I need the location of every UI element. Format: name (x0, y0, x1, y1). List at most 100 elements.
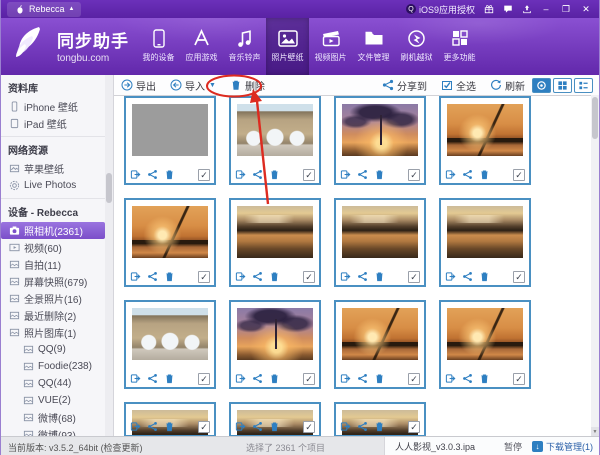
photo-share-button[interactable] (357, 169, 368, 180)
photo-card[interactable]: ✓ (439, 198, 531, 287)
photo-export-button[interactable] (445, 169, 456, 180)
view-moments-button[interactable] (532, 78, 551, 93)
photo-card[interactable]: ✓ (229, 402, 321, 437)
photo-checkbox[interactable]: ✓ (303, 421, 315, 433)
photo-checkbox[interactable]: ✓ (408, 421, 420, 433)
pause-button[interactable]: 暂停 (504, 440, 522, 453)
photo-share-button[interactable] (357, 421, 368, 432)
minimize-button[interactable]: – (540, 4, 552, 14)
sidebar-item[interactable]: 微博(68) (1, 409, 113, 426)
photo-export-button[interactable] (235, 421, 246, 432)
photo-share-button[interactable] (462, 373, 473, 384)
photo-export-button[interactable] (445, 373, 456, 384)
photo-delete-button[interactable] (164, 421, 175, 432)
download-manager-button[interactable]: ↓ 下载管理(1) (532, 440, 593, 453)
photo-card[interactable]: ✓ (334, 198, 426, 287)
photo-card[interactable]: ✓ (229, 198, 321, 287)
photo-export-button[interactable] (130, 373, 141, 384)
tab-4[interactable]: 照片壁纸 (266, 18, 309, 75)
photo-delete-button[interactable] (269, 271, 280, 282)
photo-delete-button[interactable] (374, 271, 385, 282)
sidebar-scrollbar-thumb[interactable] (106, 173, 112, 203)
photo-checkbox[interactable]: ✓ (198, 169, 210, 181)
import-button[interactable]: 导入 ▼ (163, 78, 223, 93)
photo-share-button[interactable] (252, 421, 263, 432)
photo-checkbox[interactable]: ✓ (513, 271, 525, 283)
ios9-auth-button[interactable]: Q iOS9应用授权 (406, 3, 475, 16)
sidebar-item[interactable]: iPad 壁纸 (1, 115, 113, 132)
photo-export-button[interactable] (130, 271, 141, 282)
photo-checkbox[interactable]: ✓ (408, 373, 420, 385)
photo-delete-button[interactable] (164, 271, 175, 282)
photo-share-button[interactable] (357, 271, 368, 282)
main-scrollbar[interactable]: ▼ (591, 95, 599, 437)
photo-card[interactable]: ✓ (229, 96, 321, 185)
photo-delete-button[interactable] (374, 373, 385, 384)
photo-export-button[interactable] (130, 169, 141, 180)
photo-share-button[interactable] (462, 169, 473, 180)
feedback-icon[interactable] (502, 4, 513, 15)
photo-checkbox[interactable]: ✓ (513, 373, 525, 385)
sidebar-item[interactable]: Foodie(238) (1, 358, 113, 375)
photo-card[interactable]: ✓ (124, 402, 216, 437)
tab-5[interactable]: 视频图片 (309, 18, 352, 75)
photo-share-button[interactable] (252, 271, 263, 282)
photo-card[interactable]: ✓ (334, 96, 426, 185)
photo-delete-button[interactable] (479, 169, 490, 180)
select-all-button[interactable]: 全选 (434, 78, 483, 93)
view-grid-button[interactable] (553, 78, 572, 93)
photo-delete-button[interactable] (374, 169, 385, 180)
photo-delete-button[interactable] (269, 169, 280, 180)
photo-card[interactable]: ✓ (334, 300, 426, 389)
tab-2[interactable]: 应用游戏 (180, 18, 223, 75)
photo-card[interactable]: ✓ (439, 300, 531, 389)
photo-checkbox[interactable]: ✓ (198, 421, 210, 433)
tab-6[interactable]: 文件管理 (352, 18, 395, 75)
tab-3[interactable]: 音乐铃声 (223, 18, 266, 75)
delete-button[interactable]: 删除 (223, 78, 272, 93)
photo-card[interactable]: ✓ (229, 300, 321, 389)
photo-checkbox[interactable]: ✓ (408, 271, 420, 283)
photo-checkbox[interactable]: ✓ (198, 373, 210, 385)
photo-delete-button[interactable] (479, 373, 490, 384)
photo-share-button[interactable] (252, 169, 263, 180)
photo-card[interactable]: ✓ (124, 96, 216, 185)
photo-delete-button[interactable] (374, 421, 385, 432)
photo-checkbox[interactable]: ✓ (198, 271, 210, 283)
sidebar-item[interactable]: 屏幕快照(679) (1, 273, 113, 290)
photo-export-button[interactable] (235, 169, 246, 180)
refresh-button[interactable]: 刷新 (483, 78, 532, 93)
sidebar-item[interactable]: 苹果壁纸 (1, 160, 113, 177)
close-button[interactable]: ✕ (580, 4, 592, 15)
sidebar-item[interactable]: QQ(9) (1, 341, 113, 358)
photo-share-button[interactable] (147, 421, 158, 432)
share-button[interactable]: 分享到 (375, 78, 434, 93)
tab-7[interactable]: 刷机越狱 (395, 18, 438, 75)
photo-delete-button[interactable] (164, 169, 175, 180)
photo-share-button[interactable] (252, 373, 263, 384)
photo-share-button[interactable] (462, 271, 473, 282)
photo-card[interactable]: ✓ (124, 300, 216, 389)
main-scrollbar-thumb[interactable] (592, 97, 598, 139)
sidebar-item[interactable]: 自拍(11) (1, 256, 113, 273)
photo-export-button[interactable] (340, 271, 351, 282)
photo-export-button[interactable] (340, 169, 351, 180)
device-selector[interactable]: Rebecca ▲ (7, 2, 81, 17)
photo-share-button[interactable] (147, 373, 158, 384)
photo-export-button[interactable] (445, 271, 456, 282)
sidebar-item[interactable]: 全景照片(16) (1, 290, 113, 307)
photo-checkbox[interactable]: ✓ (303, 169, 315, 181)
photo-export-button[interactable] (235, 271, 246, 282)
photo-export-button[interactable] (340, 373, 351, 384)
photo-export-button[interactable] (235, 373, 246, 384)
sidebar-item[interactable]: VUE(2) (1, 392, 113, 409)
sidebar-item[interactable]: Live Photos (1, 177, 113, 194)
maximize-button[interactable]: ❐ (560, 4, 572, 15)
photo-checkbox[interactable]: ✓ (513, 169, 525, 181)
view-list-button[interactable] (574, 78, 593, 93)
photo-checkbox[interactable]: ✓ (408, 169, 420, 181)
photo-export-button[interactable] (340, 421, 351, 432)
photo-export-button[interactable] (130, 421, 141, 432)
update-icon[interactable] (521, 4, 532, 15)
photo-checkbox[interactable]: ✓ (303, 373, 315, 385)
